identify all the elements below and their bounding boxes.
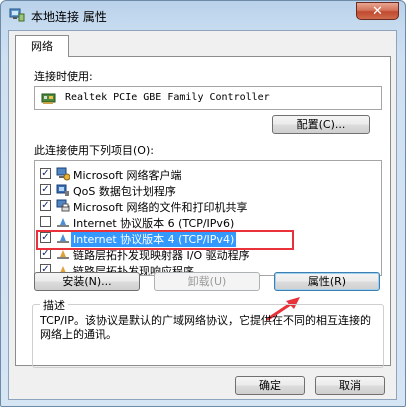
properties-button[interactable]: 属性(R) <box>274 272 380 291</box>
adapter-field: Realtek PCIe GBE Family Controller <box>34 86 382 110</box>
description-legend: 描述 <box>40 297 68 313</box>
properties-dialog: 本地连接 属性 ✕ 网络 连接时使用: Realtek PCIe GBE Fam… <box>0 0 406 407</box>
description-text: TCP/IP。该协议是默认的广域网络协议，它提供在不同的相互连接的网络上的通讯。 <box>40 314 371 341</box>
close-button[interactable]: ✕ <box>356 2 399 20</box>
window-title: 本地连接 属性 <box>31 10 107 24</box>
cancel-button[interactable]: 取消 <box>315 376 385 395</box>
items-label: 此连接使用下列项目(O): <box>34 144 154 157</box>
item-label: Microsoft 网络的文件和打印机共享 <box>73 201 248 214</box>
configure-button[interactable]: 配置(C)... <box>272 115 370 134</box>
install-button[interactable]: 安装(N)... <box>34 272 140 291</box>
dialog-client-area: 网络 连接时使用: Realtek PCIe GBE Family Contro… <box>8 30 397 400</box>
protocol-icon <box>57 218 69 227</box>
list-item[interactable]: Internet 协议版本 6 (TCP/IPv6) <box>35 214 381 230</box>
item-checkbox[interactable]: ✓ <box>40 200 51 211</box>
uninstall-button[interactable]: 卸载(U) <box>154 272 260 291</box>
network-tab-panel: 连接时使用: Realtek PCIe GBE Family Controlle… <box>15 56 391 368</box>
item-checkbox[interactable]: ✓ <box>40 168 51 179</box>
components-list[interactable]: ✓ Microsoft 网络客户端 ✓ QoS 数据包计划程序 ✓ Micros… <box>34 160 382 276</box>
list-item[interactable]: ✓ Microsoft 网络客户端 <box>35 166 381 182</box>
network-adapter-icon <box>9 8 25 22</box>
item-checkbox[interactable] <box>40 216 51 227</box>
connect-using-label: 连接时使用: <box>34 70 93 83</box>
ok-button[interactable]: 确定 <box>235 376 305 395</box>
client-network-icon <box>56 167 70 181</box>
qos-scheduler-icon <box>56 184 69 196</box>
network-card-icon <box>41 93 56 104</box>
item-label: Microsoft 网络客户端 <box>73 169 182 182</box>
title-bar[interactable]: 本地连接 属性 ✕ <box>1 1 405 29</box>
list-item[interactable]: ✓ Microsoft 网络的文件和打印机共享 <box>35 198 381 214</box>
adapter-name: Realtek PCIe GBE Family Controller <box>65 92 270 103</box>
file-printer-sharing-icon <box>56 199 70 212</box>
item-checkbox[interactable]: ✓ <box>40 184 51 195</box>
item-label: Internet 协议版本 6 (TCP/IPv6) <box>73 217 235 230</box>
tab-network[interactable]: 网络 <box>15 35 69 57</box>
list-item[interactable]: ✓ QoS 数据包计划程序 <box>35 182 381 198</box>
annotation-highlight-box <box>36 230 294 250</box>
item-label: QoS 数据包计划程序 <box>73 185 176 198</box>
